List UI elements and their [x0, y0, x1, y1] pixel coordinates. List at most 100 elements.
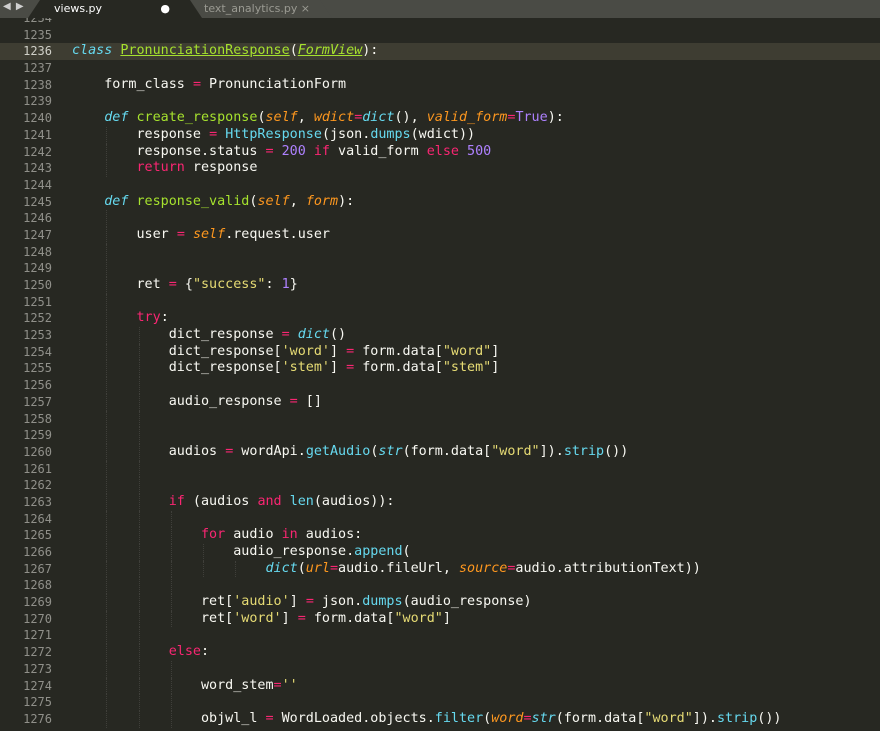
code-line[interactable]: 1272 else: — [0, 644, 880, 661]
line-number: 1276 — [23, 711, 52, 726]
code-line[interactable]: 1264 — [0, 510, 880, 528]
code-token: 'audio' — [233, 594, 290, 610]
line-number: 1260 — [23, 444, 52, 459]
code-line[interactable]: 1273 — [0, 660, 880, 678]
code-token: "word" — [491, 443, 540, 459]
code-line[interactable]: 1270 ret['word'] = form.data["word"] — [0, 610, 880, 628]
code-line[interactable]: 1274 word_stem='' — [0, 677, 880, 695]
line-number: 1271 — [23, 628, 52, 643]
code-line[interactable]: 1261 — [0, 460, 880, 478]
code-token: try — [136, 310, 161, 326]
code-line[interactable]: 1263 if (audios and len(audios)): — [0, 493, 880, 511]
code-line[interactable]: 1262 — [0, 477, 880, 494]
code-token: = — [346, 360, 355, 376]
line-number: 1238 — [23, 77, 52, 92]
code-line[interactable]: 1241 response = HttpResponse(json.dumps(… — [0, 126, 880, 144]
code-line[interactable]: 1247 user = self.request.user — [0, 226, 880, 244]
code-line[interactable]: 1248 — [0, 243, 880, 261]
tab-scroll-arrows-icon[interactable]: ◀ ▶ — [3, 1, 25, 12]
code-line[interactable]: 1239 — [0, 93, 880, 110]
code-line[interactable]: 1236 class PronunciationResponse(FormView… — [0, 43, 880, 61]
line-number: 1264 — [23, 511, 52, 526]
code-token: form.data[ — [354, 360, 443, 376]
code-token: word_stem — [72, 677, 274, 693]
unsaved-dot-icon[interactable]: ● — [160, 0, 170, 18]
code-text: ret = {"success": 1} — [72, 277, 297, 294]
code-line[interactable]: 1271 — [0, 627, 880, 645]
code-editor[interactable]: 1234 1235 1236 class PronunciationResponse(… — [0, 18, 880, 731]
tab-text-analytics-py[interactable]: text_analytics.py × — [190, 0, 332, 18]
code-line[interactable]: 1244 — [0, 177, 880, 194]
line-number: 1265 — [23, 528, 52, 543]
line-number: 1234 — [23, 18, 52, 25]
line-number: 1252 — [23, 311, 52, 326]
line-number: 1247 — [23, 227, 52, 242]
code-line[interactable]: 1243 return response — [0, 160, 880, 177]
line-number: 1269 — [23, 595, 52, 610]
close-icon[interactable]: × — [301, 0, 310, 18]
indent-guide — [138, 427, 140, 444]
code-token: ]). — [539, 443, 564, 459]
code-token: () — [329, 327, 347, 343]
code-line[interactable]: 1245 def response_valid(self, form): — [0, 194, 880, 211]
code-token: "stem" — [442, 360, 492, 376]
indent-guide — [106, 293, 108, 311]
code-line[interactable]: 1250 ret = {"success": 1} — [0, 277, 880, 294]
code-line[interactable]: 1258 — [0, 410, 880, 428]
code-token: = — [168, 277, 177, 292]
code-token: (audios)): — [313, 493, 395, 509]
code-line[interactable]: 1256 — [0, 377, 880, 394]
code-line[interactable]: 1276 objwl_l = WordLoaded.objects.filter… — [0, 710, 880, 728]
line-number: 1236 — [23, 44, 52, 59]
code-line[interactable]: 1257 audio_response = [] — [0, 393, 880, 411]
tab-views-py[interactable]: views.py ● — [28, 0, 202, 18]
indent-guide — [106, 377, 108, 394]
code-token: 200 — [281, 143, 306, 159]
line-number: 1249 — [23, 261, 52, 276]
code-line[interactable]: 1240 def create_response(self, wdict=dic… — [0, 110, 880, 127]
code-line[interactable]: 1242 response.status = 200 if valid_form… — [0, 143, 880, 161]
code-token: class — [72, 43, 113, 59]
code-token: 500 — [467, 143, 492, 159]
code-line[interactable]: 1265 for audio in audios: — [0, 527, 880, 544]
code-line[interactable]: 1238 form_class = PronunciationForm — [0, 77, 880, 94]
code-line[interactable]: 1235 — [0, 27, 880, 44]
code-line[interactable]: 1268 — [0, 577, 880, 595]
code-line[interactable]: 1269 ret['audio'] = json.dumps(audio_res… — [0, 594, 880, 611]
code-token: def — [104, 193, 129, 209]
code-token: "word" — [394, 610, 443, 626]
code-token: ()) — [604, 443, 629, 459]
code-text: objwl_l = WordLoaded.objects.filter(word… — [72, 711, 782, 728]
indent-guide — [170, 577, 172, 595]
code-token: audio_response — [72, 393, 290, 409]
indent-guide — [138, 694, 140, 711]
code-line[interactable]: 1253 dict_response = dict() — [0, 327, 880, 344]
line-number: 1261 — [23, 461, 52, 476]
code-line[interactable]: 1259 — [0, 427, 880, 444]
code-lines: 1234 1235 1236 class PronunciationResponse(… — [0, 18, 880, 728]
code-line[interactable]: 1246 — [0, 210, 880, 227]
code-token: = — [289, 393, 298, 409]
code-line[interactable]: 1251 — [0, 293, 880, 311]
code-line[interactable]: 1254 dict_response['word'] = form.data["… — [0, 343, 880, 361]
code-line[interactable]: 1266 audio_response.append( — [0, 544, 880, 561]
code-line[interactable]: 1252 try: — [0, 310, 880, 328]
indent-guide — [138, 627, 140, 645]
code-line[interactable]: 1275 — [0, 694, 880, 711]
code-token: else — [168, 644, 201, 660]
code-token: "success" — [192, 277, 266, 292]
code-line[interactable]: 1267 dict(url=audio.fileUrl, source=audi… — [0, 560, 880, 578]
code-line[interactable]: 1234 — [0, 18, 880, 27]
code-token: , — [289, 193, 306, 209]
code-line[interactable]: 1260 audios = wordApi.getAudio(str(form.… — [0, 443, 880, 461]
code-text: audios = wordApi.getAudio(str(form.data[… — [72, 443, 629, 461]
code-line[interactable]: 1237 — [0, 60, 880, 77]
code-token: = — [329, 560, 339, 576]
code-line[interactable]: 1249 — [0, 260, 880, 277]
code-line[interactable]: 1255 dict_response['stem'] = form.data["… — [0, 360, 880, 378]
code-token: ret[ — [72, 610, 234, 626]
